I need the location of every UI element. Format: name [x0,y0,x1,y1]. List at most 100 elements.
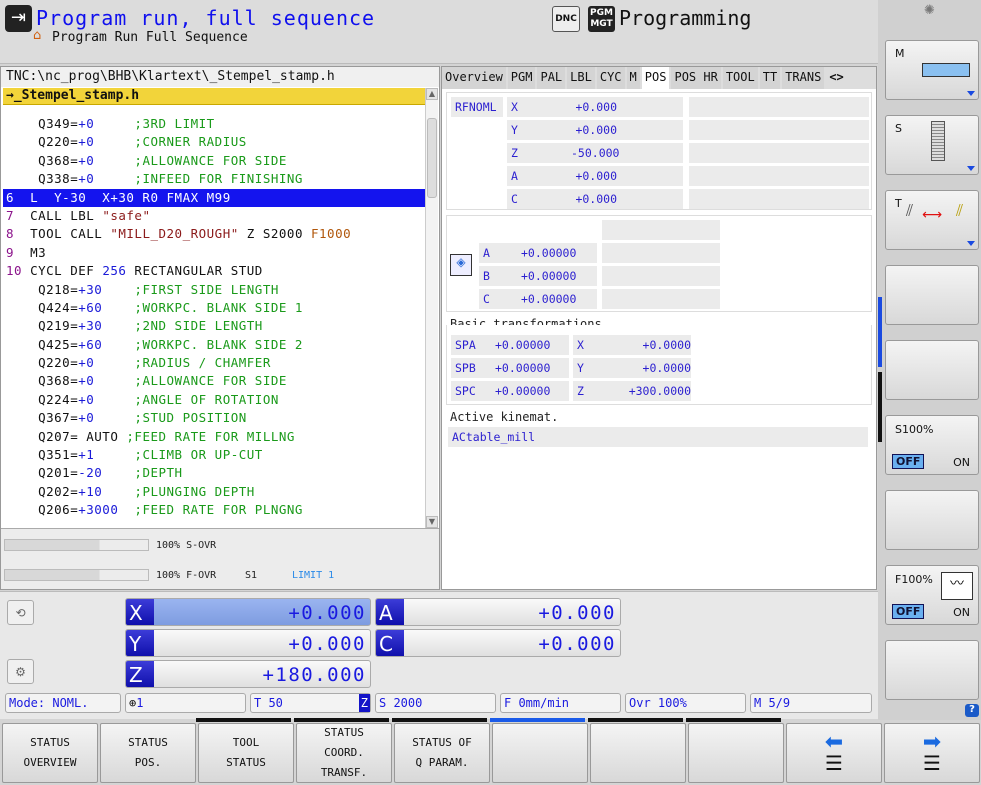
program-token: Q219= [6,318,79,334]
tab-pos[interactable]: POS [641,67,670,89]
s100-label: S100% [895,423,934,436]
program-run-mode-icon: ⇥ [5,5,32,32]
program-line[interactable]: Q425=+60 ;WORKPC. BLANK SIDE 2 [3,336,425,354]
softkey-label: COORD. [324,746,364,759]
program-token: 7 [6,207,31,223]
softkey-8[interactable] [688,723,784,783]
program-token: ;STUD POSITION [134,410,247,426]
program-line[interactable]: 9 M3 [3,244,425,262]
scroll-down-arrow-icon[interactable]: ▼ [426,516,438,528]
tab-trans[interactable]: TRANS [782,67,825,89]
tab-lbl[interactable]: LBL [567,67,595,89]
softkey-2[interactable]: STATUS POS. [100,723,196,783]
program-line[interactable]: Q206=+3000 ;FEED RATE FOR PLNGNG [3,501,425,519]
pos-value: +0.000 [575,100,617,114]
softkey-4[interactable]: STATUS COORD. TRANSF. [296,723,392,783]
m-functions-softkey[interactable]: M [885,40,979,100]
program-token: -20 [78,465,135,481]
program-line[interactable]: Q349=+0 ;3RD LIMIT [3,115,425,133]
empty-softkey[interactable] [885,265,979,325]
override-area: 100% S-OVR 100% F-OVR S1 LIMIT 1 [1,528,439,589]
program-line[interactable]: Q424=+60 ;WORKPC. BLANK SIDE 1 [3,299,425,317]
program-line[interactable]: Q219=+30 ;2ND SIDE LENGTH [3,317,425,335]
basic-rot-value: +0.00000 [495,361,551,375]
machine-icon[interactable]: ⚙ [7,659,34,684]
program-token: +0 [78,373,135,389]
scrollbar-thumb[interactable] [427,118,437,198]
pos-empty-cell [689,189,869,209]
feed-override-softkey[interactable]: F100% 〰 OFF ON [885,565,979,625]
softkey-level-bar [490,718,585,722]
programming-mode-label[interactable]: Programming [619,6,751,30]
program-token: ;FIRST SIDE LENGTH [134,281,279,297]
program-token: M3 [30,244,47,260]
tilt-plane-icon: ◈ [450,254,472,276]
axis-value: +0.000 [288,602,366,624]
softkey-back[interactable]: ⬅ ☰ [786,723,882,783]
program-line[interactable]: Q218=+30 ;FIRST SIDE LENGTH [3,281,425,299]
arrow-right-icon: ➡ [922,730,942,755]
softkey-3[interactable]: TOOL STATUS [198,723,294,783]
axis-value: +0.000 [538,602,616,624]
program-line[interactable]: Q220=+0 ;CORNER RADIUS [3,133,425,151]
empty-softkey[interactable] [885,340,979,400]
program-token: +0 [78,116,135,131]
override-status: Ovr 100% [625,693,746,713]
program-line[interactable]: 10 CYCL DEF 256 RECTANGULAR STUD [3,262,425,280]
spindle-override-label: 100% S-OVR [156,540,217,551]
tab-pgm[interactable]: PGM [507,67,536,89]
empty-softkey[interactable] [885,490,979,550]
program-line[interactable]: Q201=-20 ;DEPTH [3,464,425,482]
program-line[interactable]: Q338=+0 ;INFEED FOR FINISHING [3,170,425,188]
tab-scroll-arrows[interactable]: <> [826,67,847,89]
tab-overview[interactable]: Overview [442,67,506,89]
softkey-forward[interactable]: ➡ ☰ [884,723,980,783]
datum-value: 1 [136,696,144,710]
swap-arrow-icon: ⟷ [922,207,943,223]
feed-status: F 0mm/min [500,693,621,713]
spindle-override-softkey[interactable]: S100% OFF ON [885,415,979,475]
tab-pal[interactable]: PAL [537,67,566,89]
tab-tt[interactable]: TT [759,67,781,89]
tab-cyc[interactable]: CYC [596,67,625,89]
spindle-softkey[interactable]: S [885,115,979,175]
program-token: ;INFEED FOR FINISHING [134,171,303,187]
program-line[interactable]: Q368=+0 ;ALLOWANCE FOR SIDE [3,152,425,170]
program-line[interactable]: 8 TOOL CALL "MILL_D20_ROUGH" Z S2000 F10… [3,225,425,243]
program-line[interactable]: Q367=+0 ;STUD POSITION [3,409,425,427]
rot-value: +0.00000 [521,269,577,283]
program-line[interactable]: 6 L Y-30 X+30 R0 FMAX M99 [3,188,425,207]
empty-softkey[interactable] [885,640,979,700]
tab-tool[interactable]: TOOL [722,67,758,89]
program-line[interactable]: Q351=+1 ;CLIMB OR UP-CUT [3,446,425,464]
rot-empty-cell [602,289,720,309]
pgm-mgt-button[interactable]: PGM MGT [588,6,615,32]
rotate-view-icon[interactable]: ⟲ [7,600,34,625]
softkey-7[interactable] [590,723,686,783]
program-token: CALL LBL [30,207,103,223]
softkey-1[interactable]: STATUS OVERVIEW [2,723,98,783]
tab-m[interactable]: M [626,67,640,89]
program-scrollbar[interactable]: ▲ ▼ [425,88,438,528]
softkey-level-bar [588,718,683,722]
basic-rot-value: +0.00000 [495,384,551,398]
program-token: +0 [78,410,135,426]
program-listing[interactable]: Q349=+0 ;3RD LIMIT Q220=+0 ;CORNER RADIU… [3,115,425,520]
scroll-up-arrow-icon[interactable]: ▲ [426,88,438,100]
program-token: ;3RD LIMIT [134,116,215,131]
program-line[interactable]: 7 CALL LBL "safe" [3,207,425,225]
program-line[interactable]: Q224=+0 ;ANGLE OF ROTATION [3,391,425,409]
program-token: Q202= [6,483,79,499]
program-line[interactable]: Q202=+10 ;PLUNGING DEPTH [3,483,425,501]
program-line[interactable]: Q368=+0 ;ALLOWANCE FOR SIDE [3,372,425,390]
program-line[interactable]: Q207= AUTO ;FEED RATE FOR MILLNG [3,428,425,446]
program-token: ;PLUNGING DEPTH [134,483,255,499]
softkey-5[interactable]: STATUS OF Q PARAM. [394,723,490,783]
program-line[interactable]: Q220=+0 ;RADIUS / CHAMFER [3,354,425,372]
program-token: Q424= [6,299,79,315]
dnc-button[interactable]: DNC [552,6,580,32]
softkey-6[interactable] [492,723,588,783]
tab-pos-hr[interactable]: POS HR [671,67,721,89]
help-icon[interactable]: ? [965,704,979,717]
tool-change-softkey[interactable]: T ⫽ ⟷ ⫽ [885,190,979,250]
